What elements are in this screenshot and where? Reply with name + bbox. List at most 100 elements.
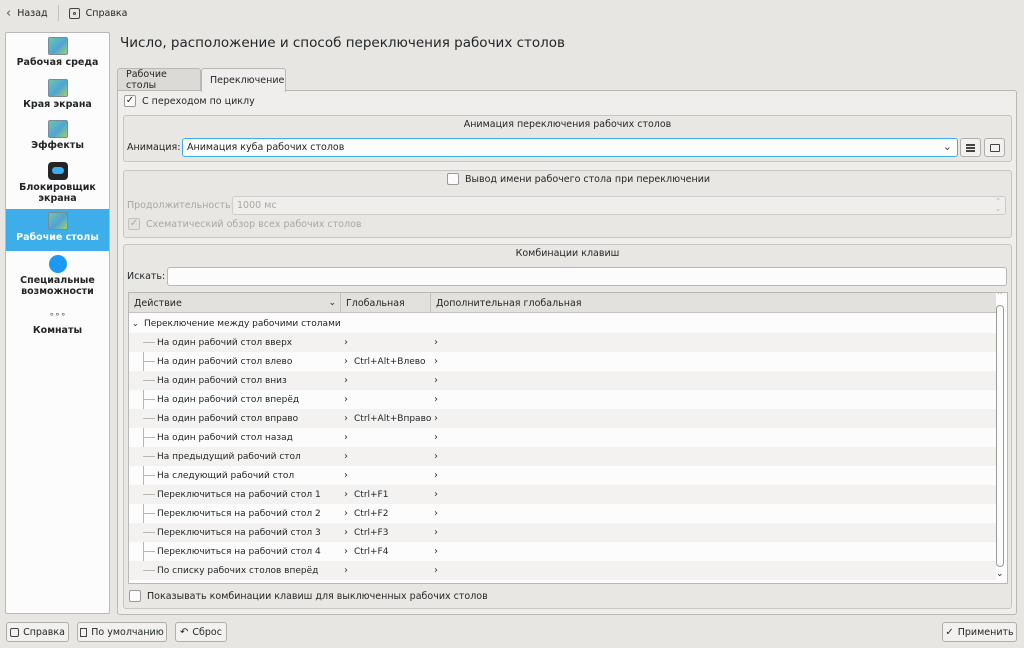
duration-spinbox[interactable]: 1000 мс ⌃ ⌄ (232, 196, 1006, 215)
animation-settings-button[interactable] (960, 138, 981, 157)
table-row[interactable]: На предыдущий рабочий стол › › (129, 447, 996, 466)
animation-select[interactable]: Анимация куба рабочих столов ⌄ (182, 138, 958, 157)
sidebar-item-accessibility[interactable]: Специальные возможности (6, 255, 109, 301)
column-header-global[interactable]: Глобальная (341, 293, 431, 313)
table-row[interactable]: Переключиться на рабочий стол 1 › Ctrl+F1 › (129, 485, 996, 504)
alt-global-shortcut-cell[interactable]: › (434, 504, 444, 523)
alt-global-shortcut-cell[interactable]: › (434, 352, 444, 371)
schematic-checkbox[interactable]: ✓ (128, 218, 140, 230)
reset-label: Сброс (192, 626, 222, 638)
global-shortcut-cell[interactable]: › (344, 390, 354, 409)
tree-branch-line (143, 456, 155, 457)
tree-branch-line (143, 551, 155, 552)
global-shortcut-cell[interactable]: › (344, 333, 354, 352)
action-cell: Переключиться на рабочий стол 4 (157, 546, 321, 557)
tab-switching[interactable]: Переключение (201, 68, 286, 92)
global-shortcut-cell[interactable]: › Ctrl+F2 (344, 504, 388, 523)
alt-global-shortcut-cell[interactable]: › (434, 485, 444, 504)
table-row[interactable]: На один рабочий стол вверх › › (129, 333, 996, 352)
table-row[interactable]: На один рабочий стол вправо › Ctrl+Alt+Впр… (129, 409, 996, 428)
global-shortcut-cell[interactable]: › Ctrl+F1 (344, 485, 388, 504)
global-shortcut-cell[interactable]: › Ctrl+Alt+Вправо (344, 409, 431, 428)
defaults-button[interactable]: По умолчанию (77, 622, 167, 642)
global-shortcut-cell[interactable]: › (344, 466, 354, 485)
table-row[interactable]: На один рабочий стол назад › › (129, 428, 996, 447)
global-shortcut-cell[interactable]: › (344, 561, 354, 580)
alt-global-shortcut-cell[interactable]: › (434, 390, 444, 409)
animation-about-button[interactable] (984, 138, 1005, 157)
schematic-option[interactable]: ✓ Схематический обзор всех рабочих столо… (128, 218, 361, 230)
sidebar-item-rooms[interactable]: ∘∘∘ Комнаты (6, 310, 109, 344)
chevron-right-icon: › (344, 565, 348, 576)
apply-button[interactable]: ✓ Применить (942, 622, 1017, 642)
reset-button[interactable]: ↶ Сброс (175, 622, 227, 642)
sidebar-item-effects[interactable]: Эффекты (6, 120, 109, 158)
global-shortcut-cell[interactable]: › (344, 371, 354, 390)
table-row[interactable]: Переключиться на рабочий стол 3 › Ctrl+F3 › (129, 523, 996, 542)
spin-arrows-icon: ⌃ ⌄ (995, 197, 1001, 213)
sidebar: Рабочая среда Края экрана Эффекты Блокир… (5, 32, 110, 614)
footer-help-button[interactable]: Справка (6, 622, 69, 642)
chevron-right-icon: › (434, 489, 438, 500)
tab-desktops[interactable]: Рабочие столы (117, 68, 201, 91)
apply-label: Применить (957, 626, 1014, 638)
sidebar-item-label: Специальные возможности (20, 275, 95, 297)
global-shortcut-cell[interactable]: › Ctrl+F4 (344, 542, 388, 561)
column-header-alt-global[interactable]: Дополнительная глобальная (431, 293, 996, 313)
alt-global-shortcut-cell[interactable]: › (434, 523, 444, 542)
osd-option[interactable]: Вывод имени рабочего стола при переключе… (447, 173, 710, 185)
action-cell: Переключиться на рабочий стол 1 (157, 489, 321, 500)
global-shortcut-cell[interactable]: › (344, 428, 354, 447)
table-row[interactable]: Переключиться на рабочий стол 2 › Ctrl+F2 › (129, 504, 996, 523)
wrap-around-checkbox[interactable]: ✓ (124, 95, 136, 107)
help-icon (68, 7, 80, 19)
back-button[interactable]: ‹ Назад (0, 2, 54, 24)
sidebar-item-screen-locker[interactable]: Блокировщик экрана (6, 162, 109, 206)
table-row[interactable]: На один рабочий стол вперёд › › (129, 390, 996, 409)
global-shortcut-cell[interactable]: › Ctrl+F3 (344, 523, 388, 542)
sidebar-item-workspace[interactable]: Рабочая среда (6, 37, 109, 75)
table-row[interactable]: На следующий рабочий стол › › (129, 466, 996, 485)
expand-chevron-icon[interactable]: ⌄ (132, 314, 139, 333)
alt-global-shortcut-cell[interactable]: › (434, 428, 444, 447)
top-toolbar: ‹ Назад Справка (0, 0, 1024, 26)
table-row[interactable]: На один рабочий стол вниз › › (129, 371, 996, 390)
show-disabled-checkbox[interactable] (129, 590, 141, 602)
scroll-down-icon: ⌄ (996, 569, 1004, 579)
configure-icon (966, 143, 975, 152)
vertical-scrollbar[interactable]: ⌃ ⌄ (996, 293, 1004, 581)
help-button[interactable]: Справка (63, 2, 134, 24)
show-disabled-option[interactable]: Показывать комбинации клавиш для выключе… (129, 590, 488, 602)
scrollbar-thumb[interactable] (996, 305, 1004, 567)
column-header-action[interactable]: Действие ⌄ (129, 293, 341, 313)
global-shortcut-value: Ctrl+F1 (354, 489, 389, 500)
global-shortcut-cell[interactable]: › Ctrl+Alt+Влево (344, 352, 426, 371)
global-shortcut-cell[interactable]: › (344, 447, 354, 466)
group-label: Переключение между рабочими столами (144, 318, 341, 329)
global-shortcut-value: Ctrl+F4 (354, 546, 389, 557)
search-input[interactable] (167, 267, 1007, 286)
alt-global-shortcut-cell[interactable]: › (434, 561, 444, 580)
table-row[interactable]: По списку рабочих столов вперёд › › (129, 561, 996, 580)
table-group-row[interactable]: ⌄ Переключение между рабочими столами (129, 314, 996, 333)
sidebar-item-label: Комнаты (32, 325, 83, 336)
chevron-right-icon: › (344, 451, 348, 462)
alt-global-shortcut-cell[interactable]: › (434, 542, 444, 561)
sidebar-item-screen-edges[interactable]: Края экрана (6, 79, 109, 117)
table-row[interactable]: Переключиться на рабочий стол 4 › Ctrl+F4 › (129, 542, 996, 561)
alt-global-shortcut-cell[interactable]: › (434, 447, 444, 466)
alt-global-shortcut-cell[interactable]: › (434, 409, 444, 428)
table-row[interactable]: На один рабочий стол влево › Ctrl+Alt+Влев… (129, 352, 996, 371)
page-title: Число, расположение и способ переключени… (120, 35, 565, 51)
tree-branch-line (143, 437, 155, 438)
alt-global-shortcut-cell[interactable]: › (434, 333, 444, 352)
sidebar-item-desktops[interactable]: Рабочие столы (6, 209, 109, 251)
action-cell: На один рабочий стол вперёд (157, 394, 300, 405)
shortcuts-group-title: Комбинации клавиш (515, 248, 620, 259)
osd-checkbox[interactable] (447, 173, 459, 185)
global-shortcut-value: Ctrl+F3 (354, 527, 389, 538)
alt-global-shortcut-cell[interactable]: › (434, 466, 444, 485)
alt-global-shortcut-cell[interactable]: › (434, 371, 444, 390)
wrap-around-option[interactable]: ✓ С переходом по циклу (124, 95, 255, 107)
chevron-right-icon: › (434, 337, 438, 348)
